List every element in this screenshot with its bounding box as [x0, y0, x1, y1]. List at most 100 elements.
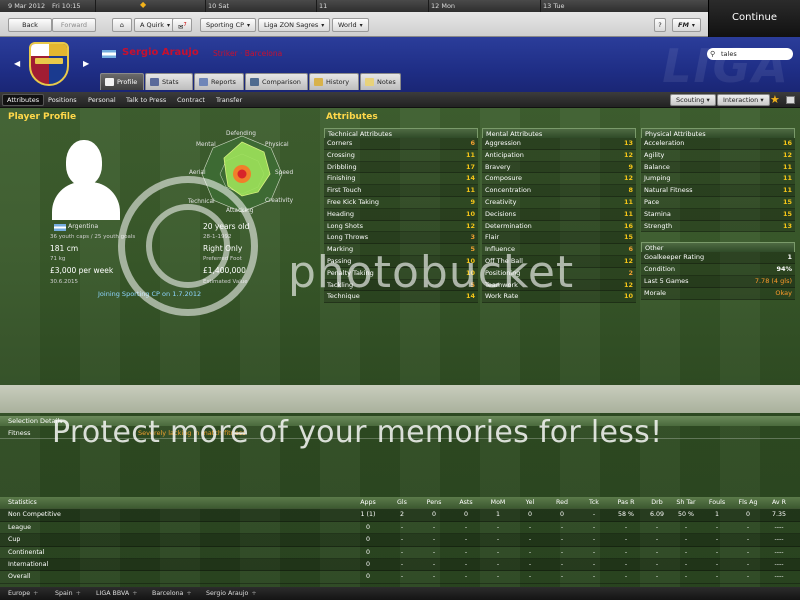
attribute-row[interactable]: Aggression 13: [482, 138, 636, 150]
attribute-row[interactable]: Jumping 11: [641, 173, 795, 186]
attribute-row[interactable]: Creativity 11: [482, 196, 636, 209]
attribute-row[interactable]: Positioning 2: [482, 267, 636, 280]
attribute-row[interactable]: Balance 11: [641, 161, 795, 174]
calendar-day[interactable]: 12 Mon: [431, 2, 455, 10]
world-menu[interactable]: World ▾: [332, 18, 369, 32]
attribute-row[interactable]: Free Kick Taking 9: [324, 196, 478, 209]
help-button[interactable]: ?: [654, 18, 666, 32]
attribute-row[interactable]: Concentration 8: [482, 185, 636, 197]
scouting-button[interactable]: Scouting ▾: [670, 94, 716, 106]
table-row[interactable]: Continental 0- - - - - - - - - - - - ----: [0, 547, 800, 559]
fm-menu[interactable]: FM ▾: [672, 18, 701, 32]
attribute-row[interactable]: Finishing 14: [324, 173, 478, 186]
tab-comparison[interactable]: Comparison: [245, 73, 308, 90]
forward-button[interactable]: Forward: [52, 18, 96, 32]
attribute-value: 13: [623, 139, 633, 147]
table-row[interactable]: International 0- - - - - - - - - - - - ----: [0, 558, 800, 572]
mail-icon[interactable]: ✉7: [172, 18, 192, 32]
home-icon[interactable]: ⌂: [112, 18, 132, 32]
breadcrumb-item[interactable]: LIGA BBVA +: [96, 590, 138, 597]
league-menu[interactable]: Liga ZON Sagres ▾: [258, 18, 331, 32]
attribute-row[interactable]: Strength 13: [641, 220, 795, 233]
subnav-contract[interactable]: Contract: [177, 96, 205, 104]
attribute-row[interactable]: Condition 94%: [641, 264, 795, 276]
attribute-row[interactable]: Acceleration 16: [641, 138, 795, 150]
search-input[interactable]: ⚲ tales: [707, 48, 793, 60]
tab-notes[interactable]: Notes: [360, 73, 401, 90]
table-cell: -: [464, 523, 468, 531]
subnav-talk-to-press[interactable]: Talk to Press: [126, 96, 166, 104]
attribute-row[interactable]: Morale Okay: [641, 287, 795, 300]
previous-player-icon[interactable]: ◀: [14, 59, 20, 68]
next-player-icon[interactable]: ▶: [83, 59, 89, 68]
attribute-row[interactable]: Agility 12: [641, 149, 795, 162]
subnav-attributes[interactable]: Attributes: [2, 94, 45, 106]
attribute-value: 10: [465, 268, 475, 277]
attribute-row[interactable]: Passing 10: [324, 255, 478, 268]
player-weight: 71 kg: [50, 256, 66, 262]
subnav-positions[interactable]: Positions: [48, 96, 77, 104]
calendar-day[interactable]: 13 Tue: [543, 2, 564, 10]
calendar-day[interactable]: 11: [319, 2, 327, 10]
attribute-row[interactable]: Stamina 15: [641, 208, 795, 221]
tab-profile[interactable]: Profile: [100, 73, 144, 90]
table-row[interactable]: League 0- - - - - - - - - - - - ----: [0, 522, 800, 535]
attribute-row[interactable]: Tackling 5: [324, 279, 478, 292]
tab-history[interactable]: History: [309, 73, 359, 90]
interaction-button[interactable]: Interaction ▾: [717, 94, 770, 106]
profile-title: Player Profile: [8, 112, 77, 122]
attribute-row[interactable]: Technique 14: [324, 291, 478, 304]
attribute-row[interactable]: Penalty Taking 10: [324, 267, 478, 280]
subnav-transfer[interactable]: Transfer: [216, 96, 242, 104]
attribute-name: Morale: [644, 288, 667, 297]
continue-button[interactable]: Continue: [708, 0, 800, 37]
table-cell: -: [528, 560, 532, 568]
attribute-row[interactable]: Pace 15: [641, 196, 795, 209]
divider: [0, 438, 800, 439]
attribute-row[interactable]: Natural Fitness 11: [641, 185, 795, 197]
quick-menu[interactable]: A Quirk ▾: [134, 18, 177, 32]
table-cell: -: [592, 511, 596, 519]
attribute-row[interactable]: First Touch 11: [324, 185, 478, 197]
row-label: Statistics: [8, 499, 37, 506]
tab-stats[interactable]: Stats: [145, 73, 193, 90]
attribute-row[interactable]: Teamwork 12: [482, 279, 636, 292]
attribute-row[interactable]: Goalkeeper Rating 1: [641, 252, 795, 265]
attribute-row[interactable]: Work Rate 10: [482, 291, 636, 304]
attribute-row[interactable]: Off The Ball 12: [482, 255, 636, 268]
tab-reports[interactable]: Reports: [194, 73, 244, 90]
attribute-row[interactable]: Determination 16: [482, 220, 636, 233]
document-icon[interactable]: [786, 96, 795, 104]
breadcrumb-item[interactable]: Spain +: [55, 590, 81, 597]
attribute-row[interactable]: Dribbling 17: [324, 161, 478, 174]
attribute-row[interactable]: Long Shots 12: [324, 220, 478, 233]
calendar-day[interactable]: 10 Sat: [208, 2, 229, 10]
back-button[interactable]: Back: [8, 18, 52, 32]
team-menu[interactable]: Sporting CP ▾: [200, 18, 257, 32]
attribute-row[interactable]: Decisions 11: [482, 208, 636, 221]
attribute-row[interactable]: Last 5 Games 7.78 (4 gls): [641, 275, 795, 288]
table-row[interactable]: Overall 0- - - - - - - - - - - - ----: [0, 571, 800, 584]
breadcrumb-item[interactable]: Europe +: [8, 590, 38, 597]
table-row[interactable]: Non Competitive 1 (1) 2 0 0 1 0 0 - 58 % 6.09 50 % 1…: [0, 509, 800, 522]
sub-navigation: Attributes Positions Personal Talk to Pr…: [0, 92, 800, 108]
attribute-row[interactable]: Marking 5: [324, 244, 478, 256]
table-cell: -: [592, 536, 596, 544]
favourite-star-icon[interactable]: ★: [770, 93, 780, 106]
subnav-personal[interactable]: Personal: [88, 96, 116, 104]
attribute-row[interactable]: Heading 10: [324, 208, 478, 221]
breadcrumb-item[interactable]: Barcelona +: [152, 590, 192, 597]
table-row[interactable]: Cup 0- - - - - - - - - - - - ----: [0, 534, 800, 547]
attribute-name: Long Shots: [327, 221, 363, 230]
attribute-row[interactable]: Composure 12: [482, 173, 636, 186]
breadcrumb-item[interactable]: Sergio Araujo +: [206, 590, 257, 597]
attribute-row[interactable]: Bravery 9: [482, 161, 636, 174]
calendar-strip[interactable]: 9 Mar 2012 Fri 10:15 ◆ 10 Sat 11 12 Mon …: [0, 0, 708, 12]
attribute-row[interactable]: Long Throws 3: [324, 232, 478, 245]
attribute-row[interactable]: Influence 6: [482, 244, 636, 256]
attribute-row[interactable]: Crossing 11: [324, 149, 478, 162]
attribute-row[interactable]: Flair 15: [482, 232, 636, 245]
attribute-row[interactable]: Corners 6: [324, 138, 478, 150]
attribute-row[interactable]: Anticipation 12: [482, 149, 636, 162]
table-cell: -: [684, 548, 688, 556]
